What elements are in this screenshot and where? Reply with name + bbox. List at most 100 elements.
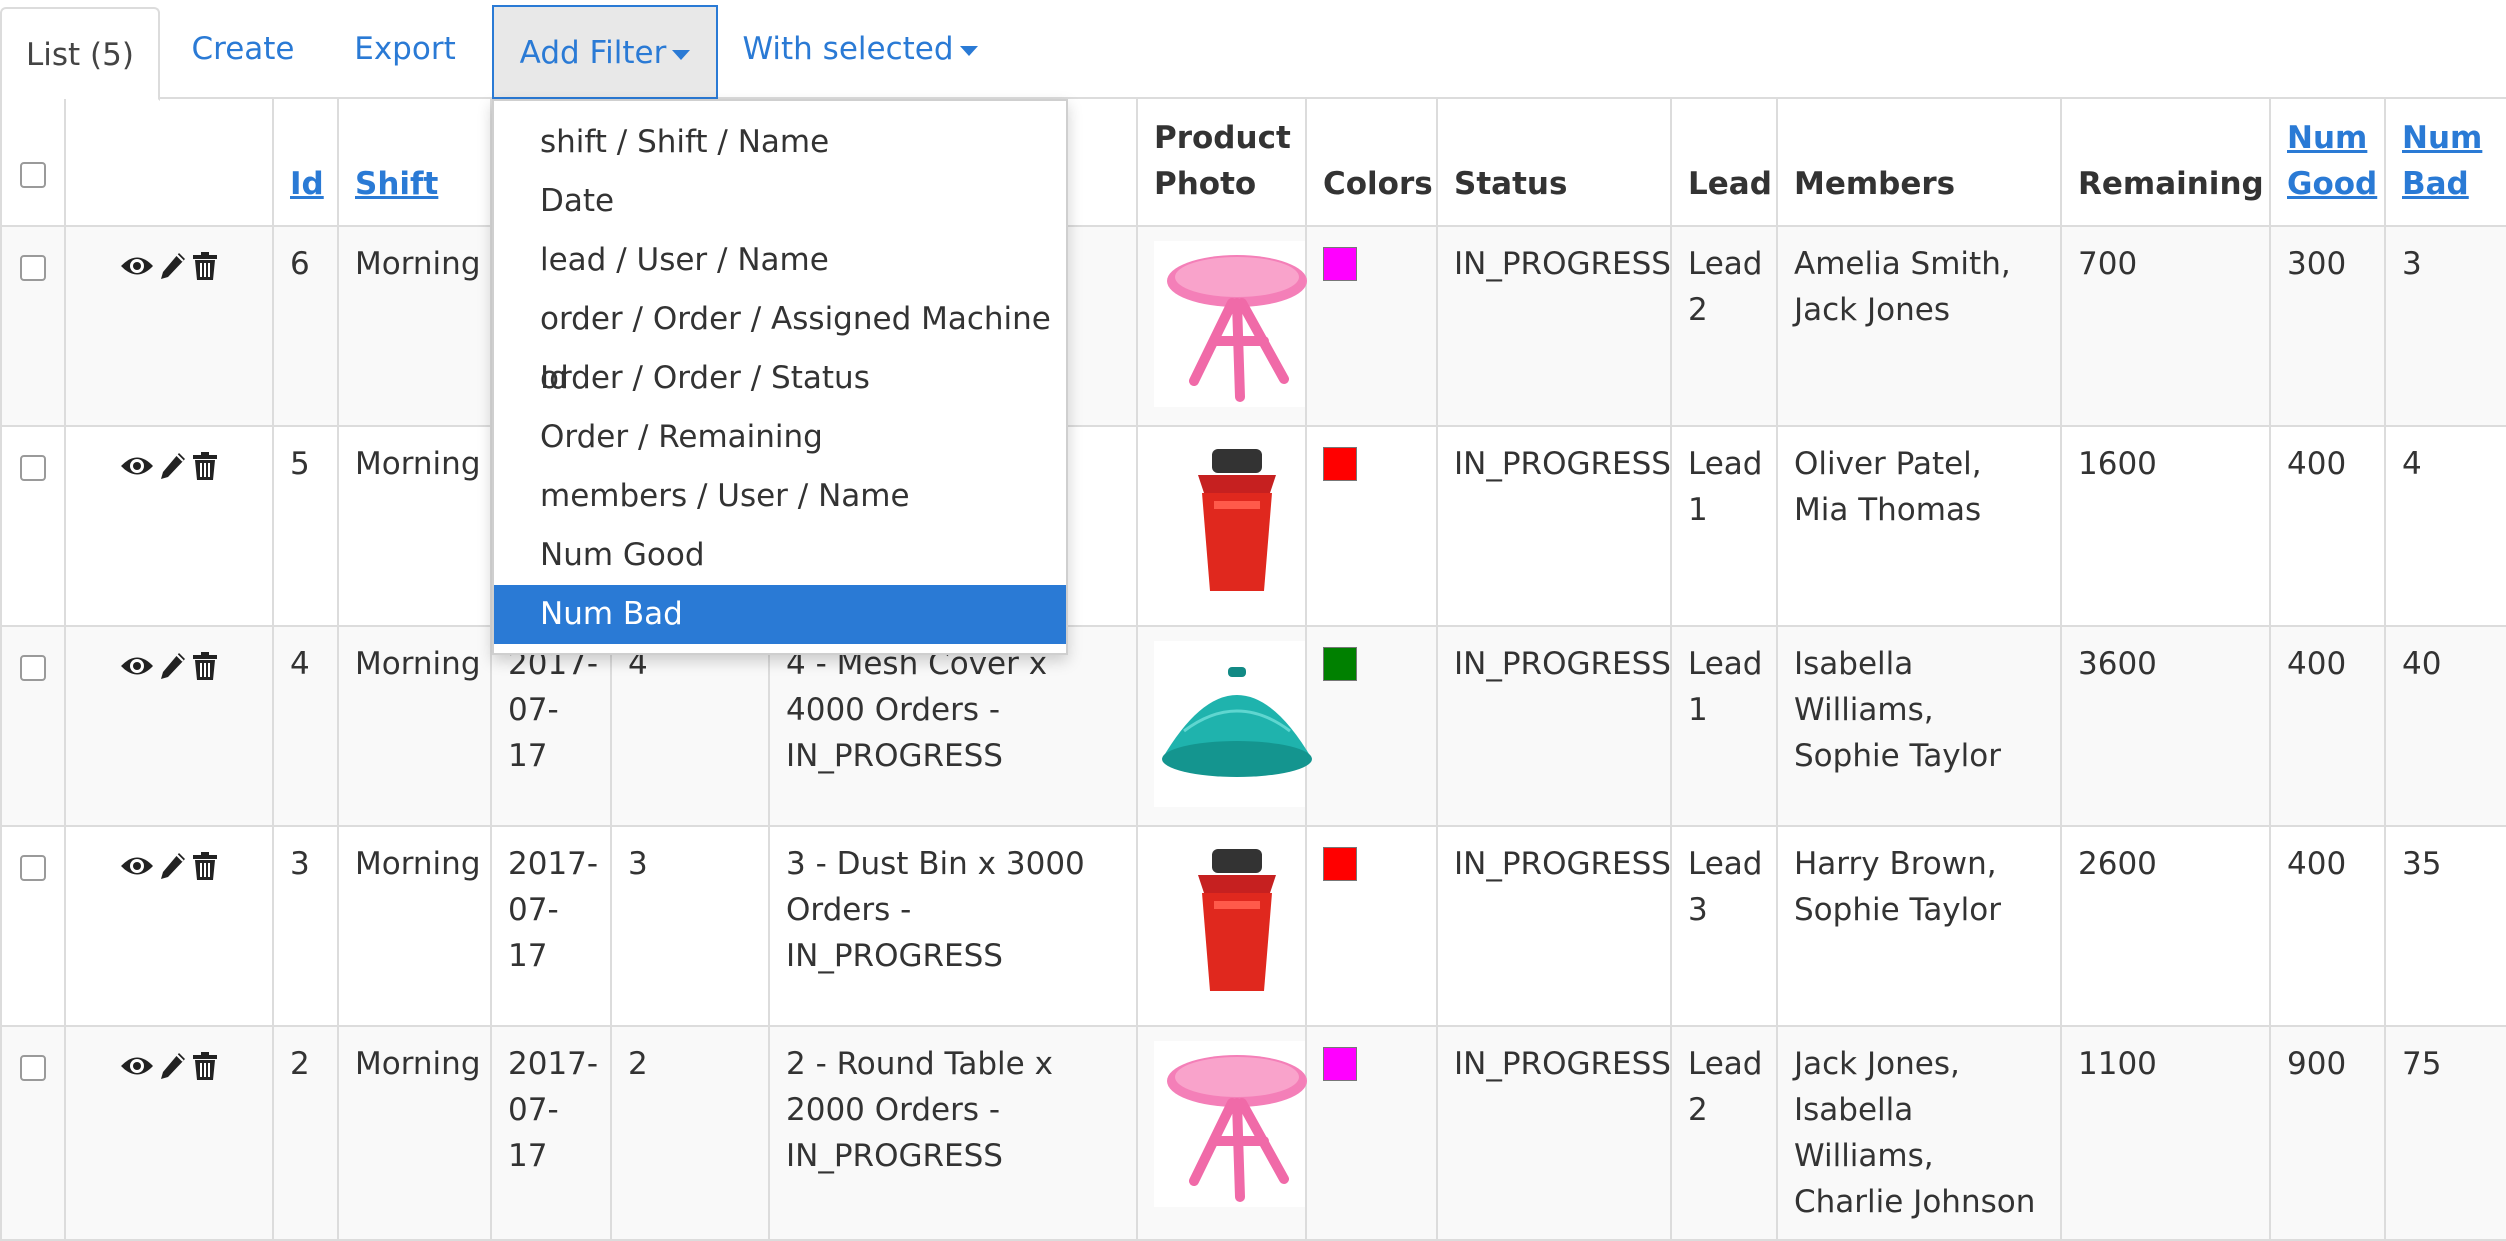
column-header-id[interactable]: Id [272,99,339,227]
filter-menu-item[interactable]: order / Order / Status [494,349,1066,408]
cell-members: Harry Brown, Sophie Taylor [1776,825,2062,1027]
cell-lead: Lead 1 [1670,625,1778,827]
filter-menu-item[interactable]: lead / User / Name [494,231,1066,290]
row-checkbox[interactable] [20,255,46,281]
table-row[interactable]: 6Morning00 -IN_PROGRESSLead 2Amelia Smit… [0,225,2506,427]
cell-colors [1305,825,1438,1027]
filter-menu-item[interactable]: shift / Shift / Name [494,113,1066,172]
filter-menu-item[interactable]: Date [494,172,1066,231]
row-select-cell [0,825,66,1027]
table-row[interactable]: 3 Morning 2017-07-17 3 3 - Dust Bin x 3000 O… [0,825,2506,1027]
row-checkbox[interactable] [20,1055,46,1081]
cell-date: 2017-07-17 [490,825,612,1027]
cell-members: Amelia Smith, Jack Jones [1776,225,2062,427]
product-photo[interactable] [1154,841,1320,1007]
pencil-icon[interactable] [157,246,189,282]
cell-order: 4 - Mesh Cover x 4000 Orders - IN_PROGRE… [768,625,1138,827]
tab-create[interactable]: Create [168,0,318,99]
cell-shift: Morning [337,1025,492,1241]
row-checkbox[interactable] [20,455,46,481]
filter-menu-item[interactable]: order / Order / Assigned Machine Id [494,290,1066,396]
cell-num-good: 300 [2269,225,2386,427]
column-header-members: Members [1776,99,2062,227]
column-header-num-bad[interactable]: Num Bad [2384,99,2506,227]
color-swatch [1323,447,1357,481]
cell-num-good: 400 [2269,425,2386,627]
pencil-icon[interactable] [157,646,189,682]
cell-remaining: 1100 [2060,1025,2271,1241]
cell-num-bad: 4 [2384,425,2506,627]
cell-colors [1305,225,1438,427]
with-selected-dropdown-toggle[interactable]: With selected [740,0,980,99]
cell-lead: Lead 2 [1670,1025,1778,1241]
column-header-colors: Colors [1305,99,1438,227]
product-photo[interactable] [1154,441,1320,607]
filter-menu-item[interactable]: Num Good [494,526,1066,585]
column-header-num-good[interactable]: Num Good [2269,99,2386,227]
eye-icon[interactable] [117,646,157,682]
table-row[interactable]: 2 Morning 2017-07-17 2 2 - Round Table x 200… [0,1025,2506,1241]
product-photo[interactable] [1154,241,1320,407]
filter-menu-item[interactable]: Order / Remaining [494,408,1066,467]
row-actions [64,825,274,1027]
nav-tabs: List (5) Create Export Add Filter With s… [0,0,2506,101]
cell-remaining: 1600 [2060,425,2271,627]
trash-icon[interactable] [189,246,221,282]
pencil-icon[interactable] [157,1046,189,1082]
cell-shift: Morning [337,625,492,827]
cell-order: 2 - Round Table x 2000 Orders - IN_PROGR… [768,1025,1138,1241]
cell-lead: Lead 3 [1670,825,1778,1027]
add-filter-menu: shift / Shift / Name Date lead / User / Na… [492,99,1068,655]
table-header-row: Id Shift Product Photo Colors Status Lea… [0,99,2506,227]
cell-members: Isabella Williams, Sophie Taylor [1776,625,2062,827]
cell-status: IN_PROGRESS [1436,825,1672,1027]
cell-order: 3 - Dust Bin x 3000 Orders - IN_PROGRESS [768,825,1138,1027]
product-photo[interactable] [1154,1041,1320,1207]
cell-id: 2 [272,1025,339,1241]
cell-status: IN_PROGRESS [1436,225,1672,427]
column-header-product-photo: Product Photo [1136,99,1307,227]
product-photo[interactable] [1154,641,1320,807]
row-checkbox[interactable] [20,855,46,881]
column-header-lead: Lead [1670,99,1778,227]
cell-remaining: 2600 [2060,825,2271,1027]
cell-id: 3 [272,825,339,1027]
caret-down-icon [959,45,978,56]
add-filter-dropdown-toggle[interactable]: Add Filter [492,5,718,99]
cell-status: IN_PROGRESS [1436,625,1672,827]
eye-icon[interactable] [117,1046,157,1082]
cell-num-good: 900 [2269,1025,2386,1241]
trash-icon[interactable] [189,1046,221,1082]
tab-list[interactable]: List (5) [0,7,160,101]
cell-date: 2017-07-17 [490,625,612,827]
column-header-shift[interactable]: Shift [337,99,492,227]
tab-export[interactable]: Export [330,0,480,99]
row-select-cell [0,1025,66,1241]
cell-lead: Lead 2 [1670,225,1778,427]
column-header-remaining: Remaining [2060,99,2271,227]
pencil-icon[interactable] [157,446,189,482]
cell-product-photo [1136,625,1320,827]
cell-num-bad: 35 [2384,825,2506,1027]
row-checkbox[interactable] [20,655,46,681]
pencil-icon[interactable] [157,846,189,882]
cell-id: 6 [272,225,339,427]
table-row[interactable]: 5 Morning IN_PROGRESS Lead 1 Oliver Patel, M… [0,425,2506,627]
trash-icon[interactable] [189,646,221,682]
cell-machine: 3 [610,825,770,1027]
cell-product-photo [1136,225,1320,427]
cell-remaining: 700 [2060,225,2271,427]
trash-icon[interactable] [189,846,221,882]
row-select-cell [0,625,66,827]
cell-product-photo [1136,1025,1320,1241]
eye-icon[interactable] [117,846,157,882]
trash-icon[interactable] [189,446,221,482]
eye-icon[interactable] [117,246,157,282]
filter-menu-item[interactable]: members / User / Name [494,467,1066,526]
filter-menu-item[interactable]: Num Bad [494,585,1066,644]
color-swatch [1323,847,1357,881]
select-all-checkbox[interactable] [20,162,46,188]
table-row[interactable]: 4 Morning 2017-07-17 4 4 - Mesh Cover x 4000… [0,625,2506,827]
cell-product-photo [1136,825,1320,1027]
eye-icon[interactable] [117,446,157,482]
